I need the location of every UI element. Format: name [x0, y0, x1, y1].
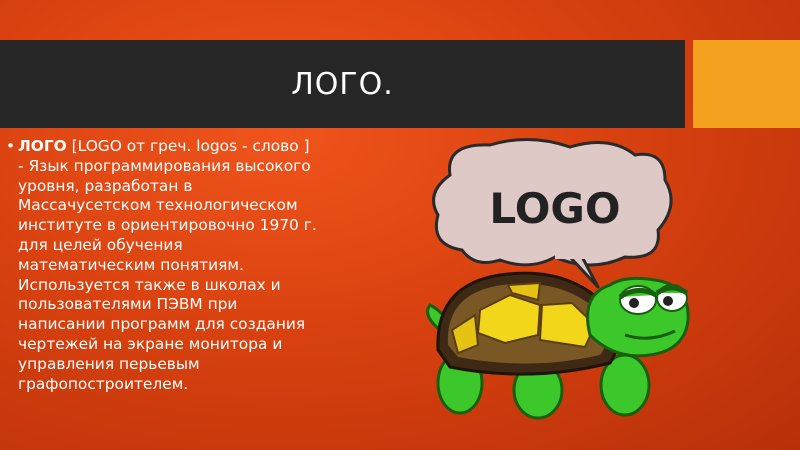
definition-text: [LOGO от греч. logos - слово ] - Язык пр…: [18, 137, 317, 393]
speech-text: LOGO: [489, 184, 620, 233]
speech-bubble: LOGO: [432, 138, 673, 289]
slide-title: ЛОГО.: [291, 66, 394, 102]
turtle-illustration: LOGO: [426, 138, 690, 420]
title-bar: ЛОГО.: [0, 40, 685, 128]
bullet-marker: •: [6, 137, 16, 155]
accent-block: [693, 40, 800, 128]
term-label: ЛОГО: [18, 137, 67, 155]
turtle-icon: [426, 271, 690, 420]
slide-body: • ЛОГО [LOGO от греч. logos - слово ] - …: [6, 137, 318, 394]
